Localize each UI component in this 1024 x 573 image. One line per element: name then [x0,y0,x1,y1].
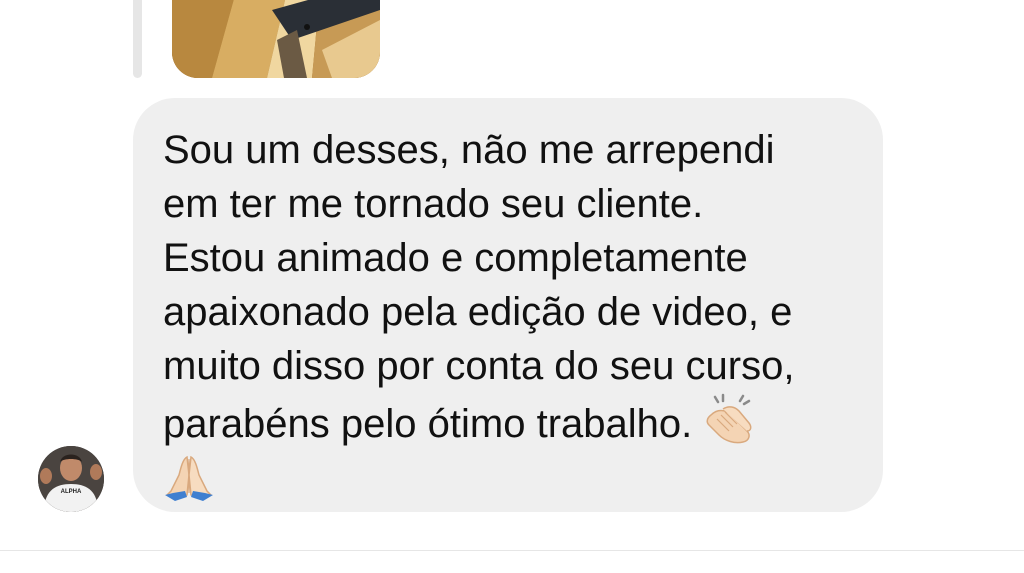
message-line: em ter me tornado seu cliente. [163,182,704,226]
message-line: parabéns pelo ótimo trabalho. [163,402,693,446]
message-line: muito disso por conta do seu curso, [163,344,795,388]
message-line: Estou animado e completamente [163,236,748,280]
chat-screen: Sou um desses, não me arrependi em ter m… [0,0,1024,573]
replied-media-thumbnail[interactable] [172,0,380,78]
reply-indicator-line [133,0,142,78]
folded-hands-emoji [163,451,215,503]
message-text: Sou um desses, não me arrependi em ter m… [163,123,863,509]
sender-avatar[interactable]: ALPHA [38,446,104,512]
message-line: Sou um desses, não me arrependi [163,128,775,172]
clapping-hands-emoji [703,393,755,445]
avatar-shirt-text: ALPHA [61,489,82,495]
bottom-divider [0,550,1024,551]
message-line: apaixonado pela edição de video, e [163,290,793,334]
